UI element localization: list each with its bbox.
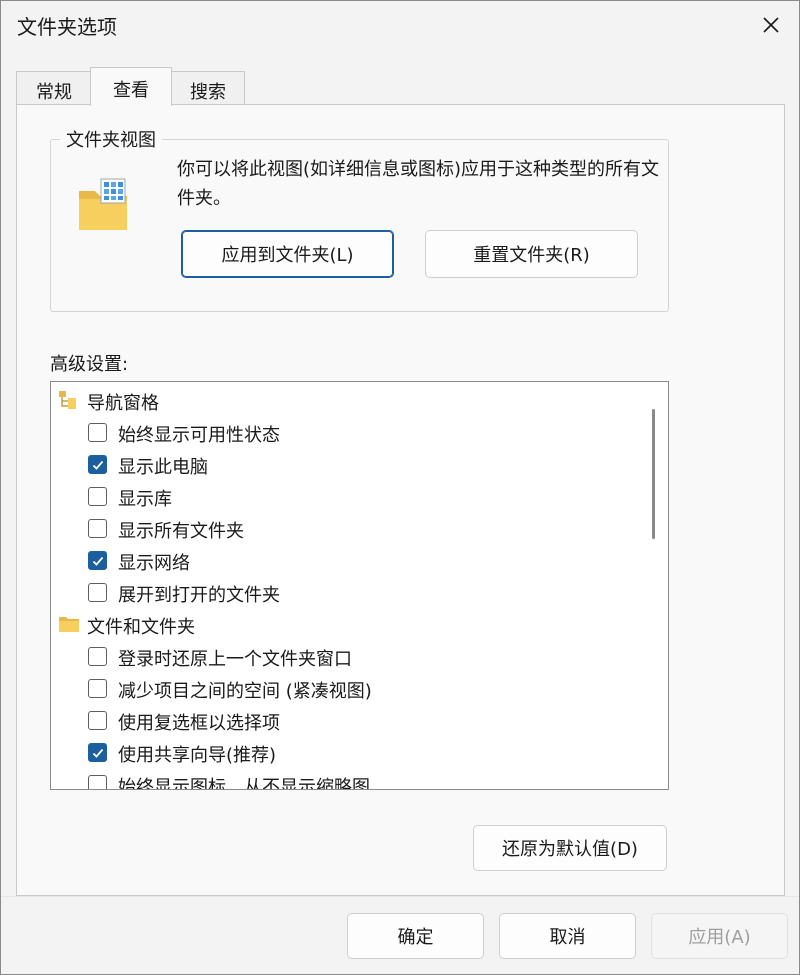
window-title: 文件夹选项	[17, 15, 117, 39]
setting-item[interactable]: 减少项目之间的空间 (紧凑视图)	[51, 672, 641, 704]
category-label: 导航窗格	[87, 393, 159, 414]
setting-label: 使用复选框以选择项	[118, 713, 280, 734]
checkmark-icon	[92, 556, 104, 566]
title-bar[interactable]: 文件夹选项	[1, 1, 799, 51]
view-tab-panel: 文件夹视图 你可以将此视图(如详细信息或图标)应用于这种类型的所有文件夹。 应用…	[16, 104, 785, 896]
folder-view-icon	[79, 178, 127, 230]
checkbox[interactable]	[88, 583, 107, 602]
setting-item[interactable]: 显示所有文件夹	[51, 512, 641, 544]
setting-label: 始终显示可用性状态	[118, 425, 280, 446]
checkbox[interactable]	[88, 775, 107, 789]
folder-views-group: 文件夹视图 你可以将此视图(如详细信息或图标)应用于这种类型的所有文件夹。 应用…	[50, 126, 669, 312]
navigation-pane-icon	[59, 391, 76, 409]
folder-views-title: 文件夹视图	[60, 126, 162, 152]
close-icon	[763, 17, 779, 33]
checkmark-icon	[92, 460, 104, 470]
setting-item[interactable]: 始终显示图标，从不显示缩略图	[51, 768, 641, 790]
setting-label: 显示库	[118, 489, 172, 510]
checkbox[interactable]	[88, 647, 107, 666]
checkbox-checked[interactable]	[88, 743, 107, 762]
folder-icon	[59, 617, 79, 632]
setting-item[interactable]: 使用共享向导(推荐)	[51, 736, 641, 768]
setting-label: 显示此电脑	[118, 457, 208, 478]
vertical-scrollbar[interactable]	[640, 382, 668, 789]
checkbox-checked[interactable]	[88, 551, 107, 570]
reset-folders-button[interactable]: 重置文件夹(R)	[425, 230, 638, 278]
setting-label: 减少项目之间的空间 (紧凑视图)	[118, 681, 372, 702]
checkbox[interactable]	[88, 711, 107, 730]
category-navigation-pane[interactable]: 导航窗格	[51, 384, 641, 416]
setting-item[interactable]: 使用复选框以选择项	[51, 704, 641, 736]
tab-search[interactable]: 搜索	[171, 71, 245, 106]
setting-item[interactable]: 显示此电脑	[51, 448, 641, 480]
apply-to-folders-button[interactable]: 应用到文件夹(L)	[181, 230, 394, 278]
close-button[interactable]	[751, 7, 791, 43]
cancel-button[interactable]: 取消	[499, 913, 636, 959]
scrollbar-thumb[interactable]	[652, 409, 655, 539]
setting-label: 显示网络	[118, 553, 190, 574]
checkbox[interactable]	[88, 487, 107, 506]
tab-view[interactable]: 查看	[90, 67, 172, 106]
checkbox[interactable]	[88, 679, 107, 698]
folder-options-dialog: 文件夹选项 常规 查看 搜索 文件夹视图 你可以将此视图(如详细信息或图标)应用…	[0, 0, 800, 975]
checkmark-icon	[92, 748, 104, 758]
checkbox[interactable]	[88, 423, 107, 442]
setting-item[interactable]: 显示库	[51, 480, 641, 512]
checkbox-checked[interactable]	[88, 455, 107, 474]
footer-divider	[1, 896, 799, 897]
setting-label: 展开到打开的文件夹	[118, 585, 280, 606]
category-files-and-folders[interactable]: 文件和文件夹	[51, 608, 641, 640]
ok-button[interactable]: 确定	[347, 913, 484, 959]
advanced-settings-label: 高级设置:	[50, 354, 129, 375]
advanced-settings-list[interactable]: 导航窗格 始终显示可用性状态 显示此电脑 显示库 显示所有文件夹 显示网络 展开…	[50, 381, 669, 790]
restore-defaults-button[interactable]: 还原为默认值(D)	[473, 825, 667, 871]
setting-label: 始终显示图标，从不显示缩略图	[118, 777, 370, 790]
tab-general[interactable]: 常规	[16, 71, 92, 106]
setting-item[interactable]: 显示网络	[51, 544, 641, 576]
category-label: 文件和文件夹	[87, 617, 195, 638]
checkbox[interactable]	[88, 519, 107, 538]
setting-label: 显示所有文件夹	[118, 521, 244, 542]
setting-label: 登录时还原上一个文件夹窗口	[118, 649, 352, 670]
setting-label: 使用共享向导(推荐)	[118, 745, 277, 766]
setting-item[interactable]: 登录时还原上一个文件夹窗口	[51, 640, 641, 672]
setting-item[interactable]: 展开到打开的文件夹	[51, 576, 641, 608]
apply-button[interactable]: 应用(A)	[651, 913, 788, 959]
setting-item[interactable]: 始终显示可用性状态	[51, 416, 641, 448]
folder-views-description: 你可以将此视图(如详细信息或图标)应用于这种类型的所有文件夹。	[177, 159, 660, 209]
